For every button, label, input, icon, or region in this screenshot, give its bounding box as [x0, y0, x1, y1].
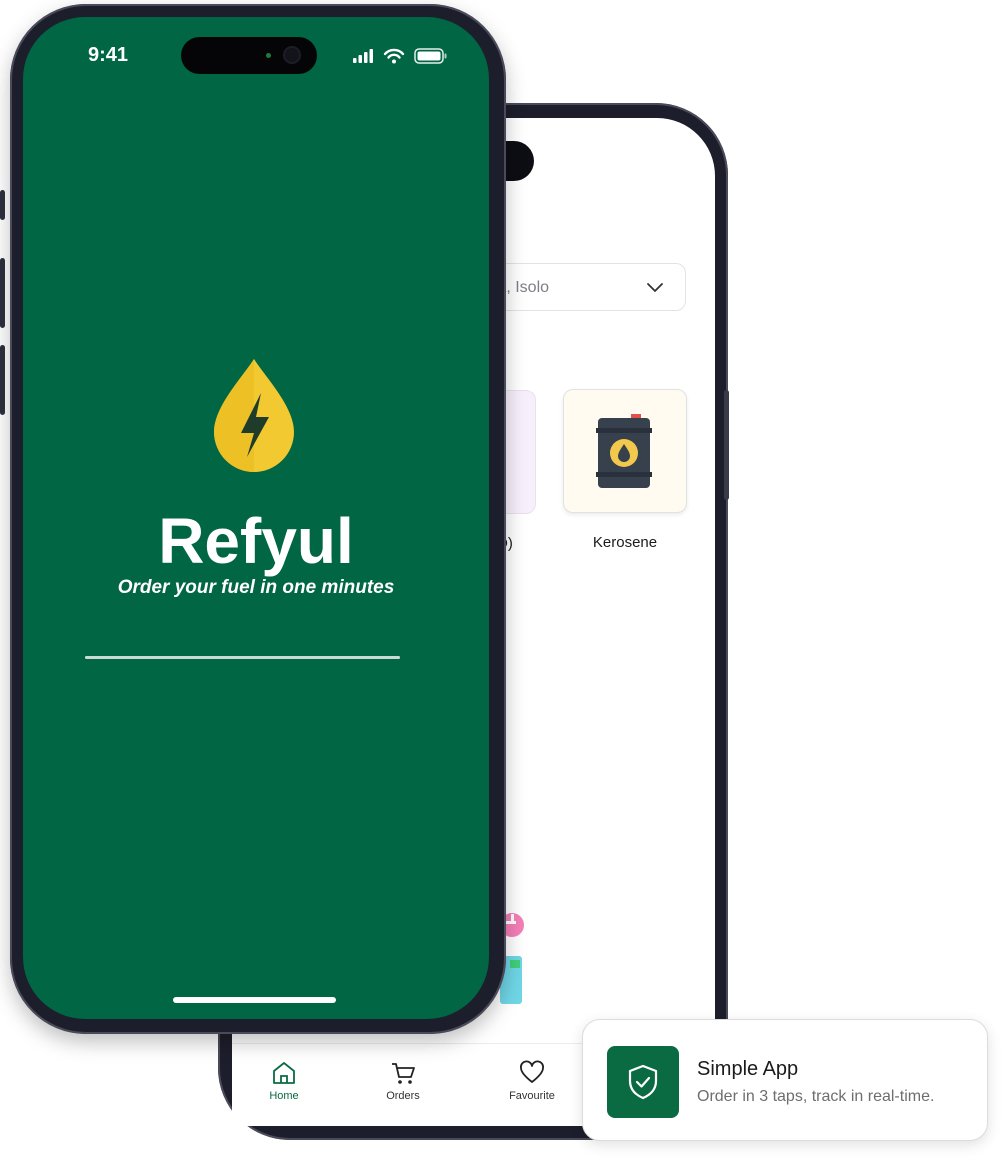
brand-tagline: Order your fuel in one minutes — [117, 577, 395, 598]
home-indicator[interactable] — [173, 997, 336, 1003]
back-phone-side-button — [724, 390, 729, 500]
front-phone-volume-up — [0, 258, 5, 328]
tab-home[interactable]: Home — [239, 1060, 329, 1102]
oil-barrel-icon — [596, 414, 652, 488]
feature-subtitle: Order in 3 taps, track in real-time. — [697, 1088, 935, 1105]
fuel-drop-logo-icon — [214, 359, 294, 472]
front-phone-action-button — [0, 190, 5, 220]
tab-orders-label: Orders — [386, 1090, 420, 1102]
feature-title: Simple App — [697, 1058, 799, 1080]
feature-icon-tile — [607, 1046, 679, 1118]
tab-favourite-label: Favourite — [509, 1090, 555, 1102]
shield-check-icon — [628, 1064, 658, 1100]
wifi-icon — [383, 48, 405, 64]
loading-progress-fill — [85, 656, 400, 659]
home-icon — [273, 1062, 295, 1084]
chevron-down-icon — [647, 283, 663, 292]
cart-icon — [392, 1063, 415, 1084]
camera-indicator-dot — [266, 53, 271, 58]
front-phone-volume-down — [0, 345, 5, 415]
heart-icon — [520, 1060, 544, 1083]
tab-orders[interactable]: Orders — [358, 1060, 448, 1102]
status-icons — [353, 48, 447, 64]
signal-icon — [353, 49, 373, 63]
battery-icon — [414, 48, 447, 64]
brand-wordmark: Refyul — [158, 505, 354, 577]
tab-favourite[interactable]: Favourite — [487, 1060, 577, 1102]
loading-progress-bar — [85, 656, 400, 659]
front-camera — [285, 48, 299, 62]
tab-home-label: Home — [269, 1090, 299, 1102]
fuel-label-kerosene: Kerosene — [592, 534, 658, 551]
status-time: 9:41 — [88, 44, 129, 66]
